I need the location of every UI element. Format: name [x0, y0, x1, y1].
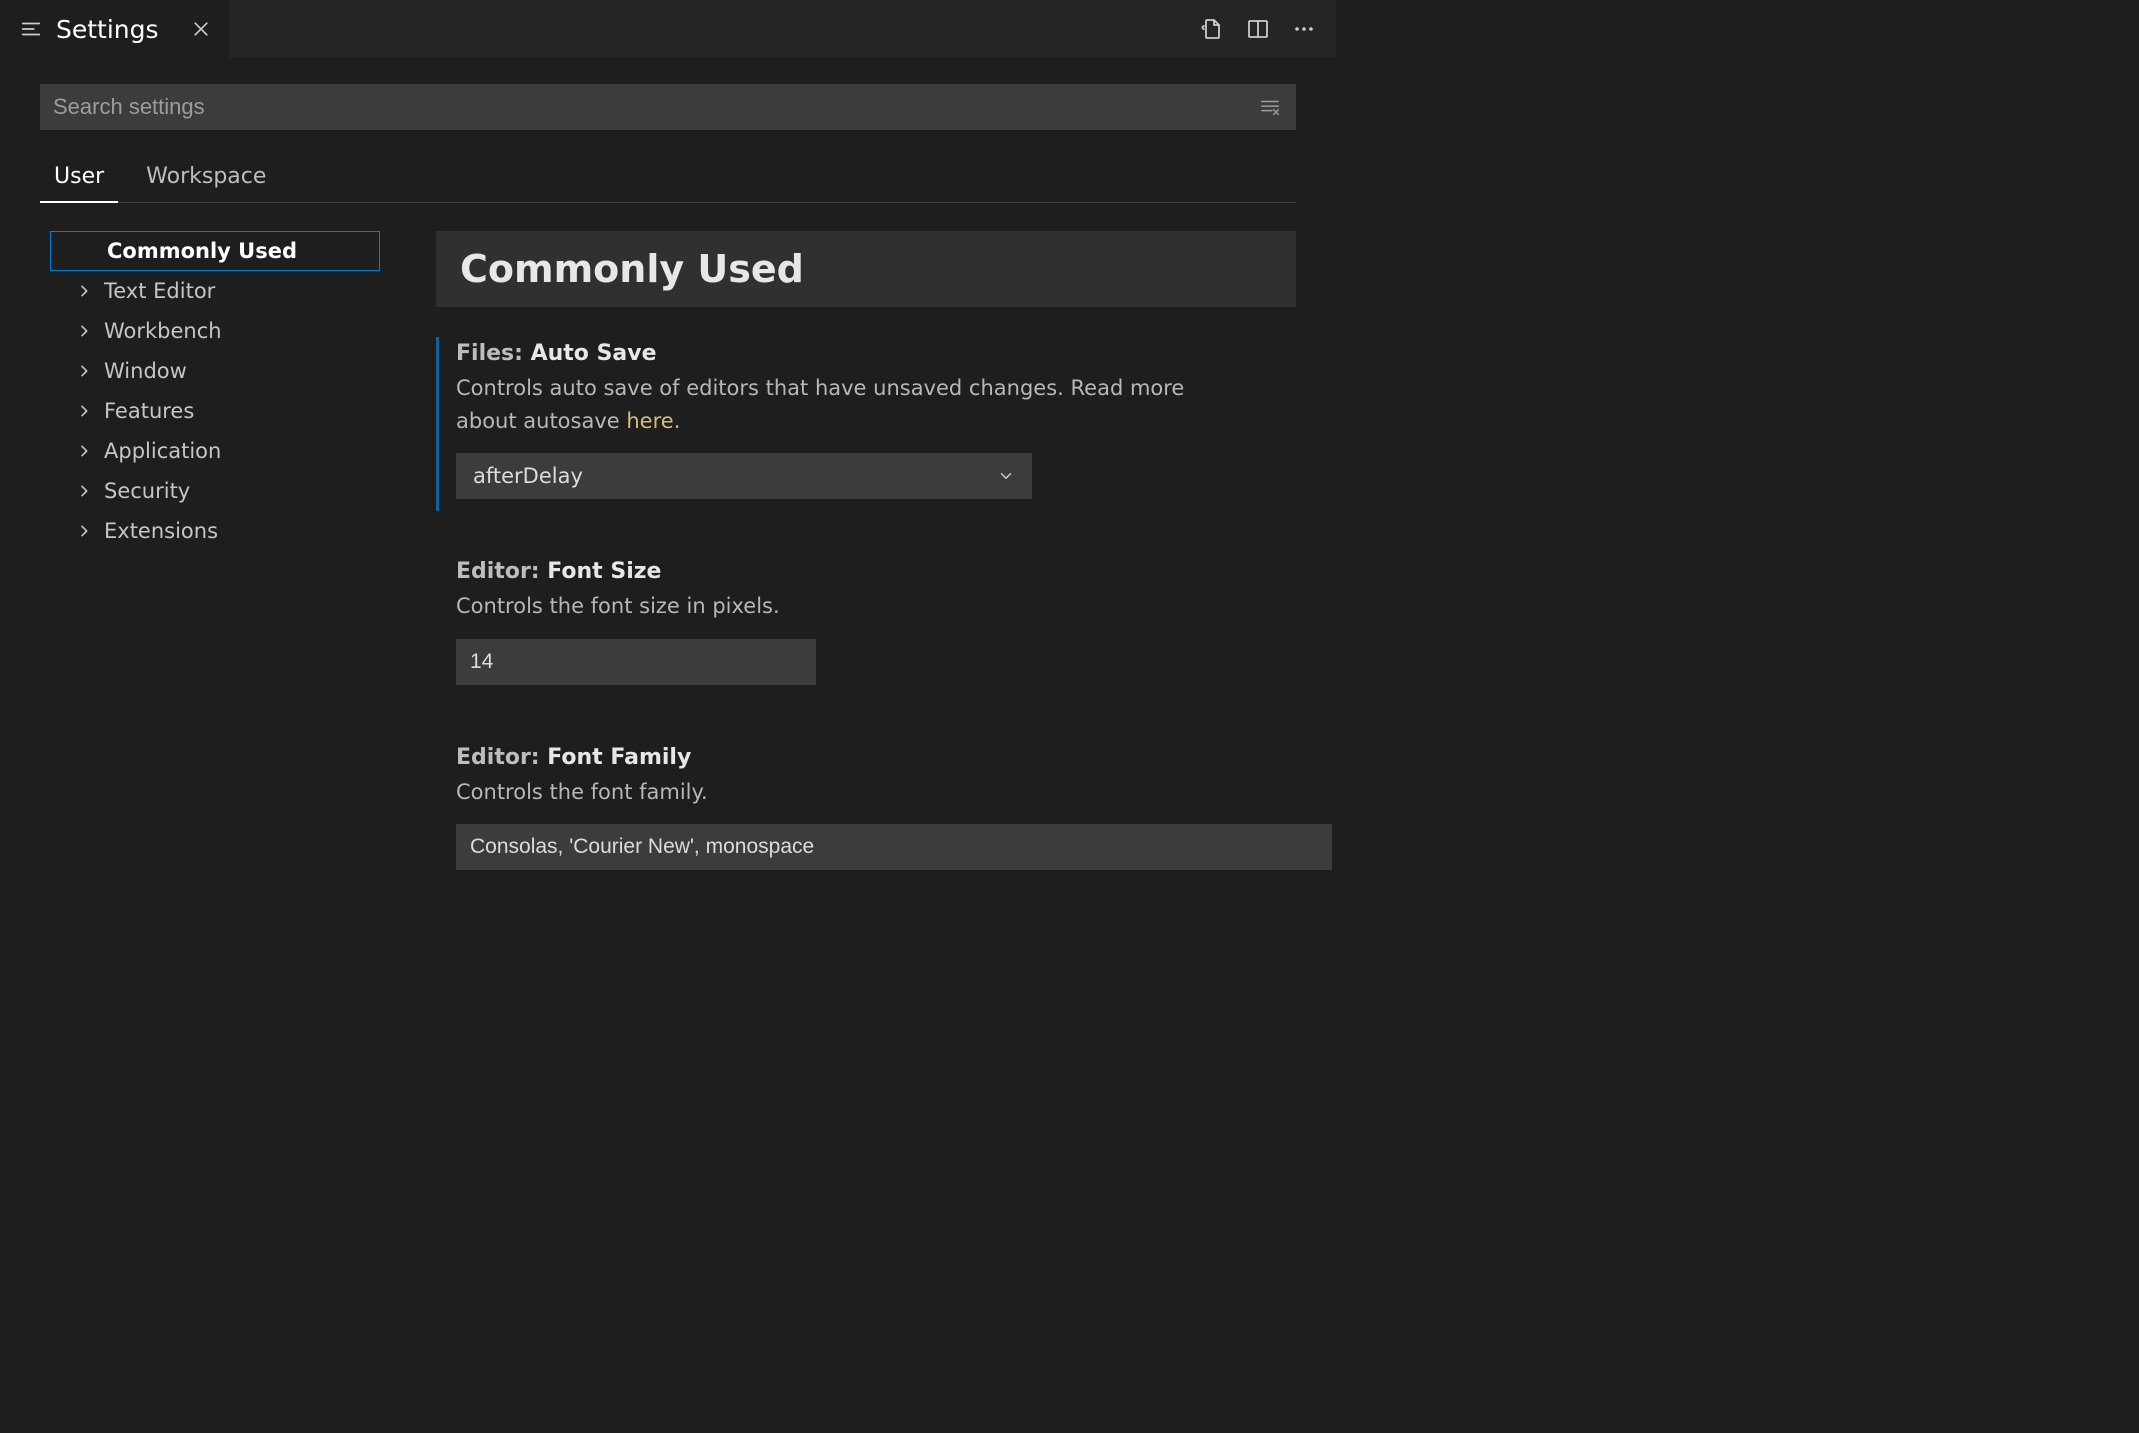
settings-scope-tabs: User Workspace	[40, 158, 1296, 203]
split-editor-button[interactable]	[1246, 17, 1270, 41]
toc-item-workbench[interactable]: Workbench	[50, 311, 380, 351]
auto-save-select[interactable]: afterDelay	[456, 453, 1032, 499]
setting-title: Editor: Font Size	[456, 559, 1296, 584]
setting-title: Files: Auto Save	[456, 341, 1296, 366]
chevron-down-icon	[997, 467, 1015, 485]
setting-name: Font Size	[547, 559, 661, 584]
font-family-input[interactable]	[456, 824, 1332, 870]
autosave-doc-link[interactable]: here	[626, 409, 673, 433]
section-heading: Commonly Used	[436, 231, 1296, 307]
toc-item-label: Commonly Used	[107, 239, 297, 263]
more-actions-button[interactable]	[1292, 17, 1316, 41]
chevron-right-icon	[76, 403, 94, 419]
settings-toc: Commonly Used Text Editor Workbench Wind…	[40, 231, 380, 920]
setting-title: Editor: Font Family	[456, 745, 1296, 770]
chevron-right-icon	[76, 443, 94, 459]
toc-item-commonly-used[interactable]: Commonly Used	[50, 231, 380, 271]
setting-editor-font-family: Editor: Font Family Controls the font fa…	[436, 735, 1296, 889]
toc-item-label: Security	[104, 479, 190, 503]
toc-item-label: Workbench	[104, 319, 222, 343]
chevron-right-icon	[76, 323, 94, 339]
scope-tab-user[interactable]: User	[40, 158, 118, 203]
setting-description: Controls the font family.	[456, 776, 1236, 809]
toc-item-text-editor[interactable]: Text Editor	[50, 271, 380, 311]
settings-content: Commonly Used Files: Auto Save Controls …	[380, 231, 1296, 920]
editor-actions	[1200, 17, 1336, 41]
scope-tab-workspace[interactable]: Workspace	[146, 158, 266, 202]
setting-category: Editor:	[456, 745, 547, 770]
toc-item-features[interactable]: Features	[50, 391, 380, 431]
toc-item-application[interactable]: Application	[50, 431, 380, 471]
setting-description: Controls auto save of editors that have …	[456, 372, 1236, 437]
settings-search-input[interactable]	[41, 85, 1259, 129]
font-size-input[interactable]	[456, 639, 816, 685]
toc-item-security[interactable]: Security	[50, 471, 380, 511]
toc-item-extensions[interactable]: Extensions	[50, 511, 380, 551]
setting-name: Font Family	[547, 745, 691, 770]
toc-item-window[interactable]: Window	[50, 351, 380, 391]
settings-tab-label: Settings	[56, 15, 159, 44]
settings-search[interactable]	[40, 84, 1296, 130]
open-settings-json-button[interactable]	[1200, 17, 1224, 41]
setting-category: Editor:	[456, 559, 547, 584]
setting-category: Files:	[456, 341, 531, 366]
toc-item-label: Application	[104, 439, 221, 463]
setting-name: Auto Save	[531, 341, 657, 366]
chevron-right-icon	[76, 283, 94, 299]
toc-item-label: Window	[104, 359, 187, 383]
toc-item-label: Features	[104, 399, 194, 423]
setting-editor-font-size: Editor: Font Size Controls the font size…	[436, 549, 1296, 703]
settings-icon	[20, 18, 42, 40]
settings-tab[interactable]: Settings	[0, 0, 229, 58]
clear-search-filter-icon[interactable]	[1259, 96, 1295, 118]
close-tab-button[interactable]	[191, 19, 211, 39]
toc-item-label: Text Editor	[104, 279, 215, 303]
editor-tab-bar: Settings	[0, 0, 1336, 58]
chevron-right-icon	[76, 363, 94, 379]
chevron-right-icon	[76, 483, 94, 499]
toc-item-label: Extensions	[104, 519, 218, 543]
setting-files-auto-save: Files: Auto Save Controls auto save of e…	[436, 331, 1296, 517]
setting-description: Controls the font size in pixels.	[456, 590, 1236, 623]
chevron-right-icon	[76, 523, 94, 539]
auto-save-select-value: afterDelay	[473, 464, 583, 488]
